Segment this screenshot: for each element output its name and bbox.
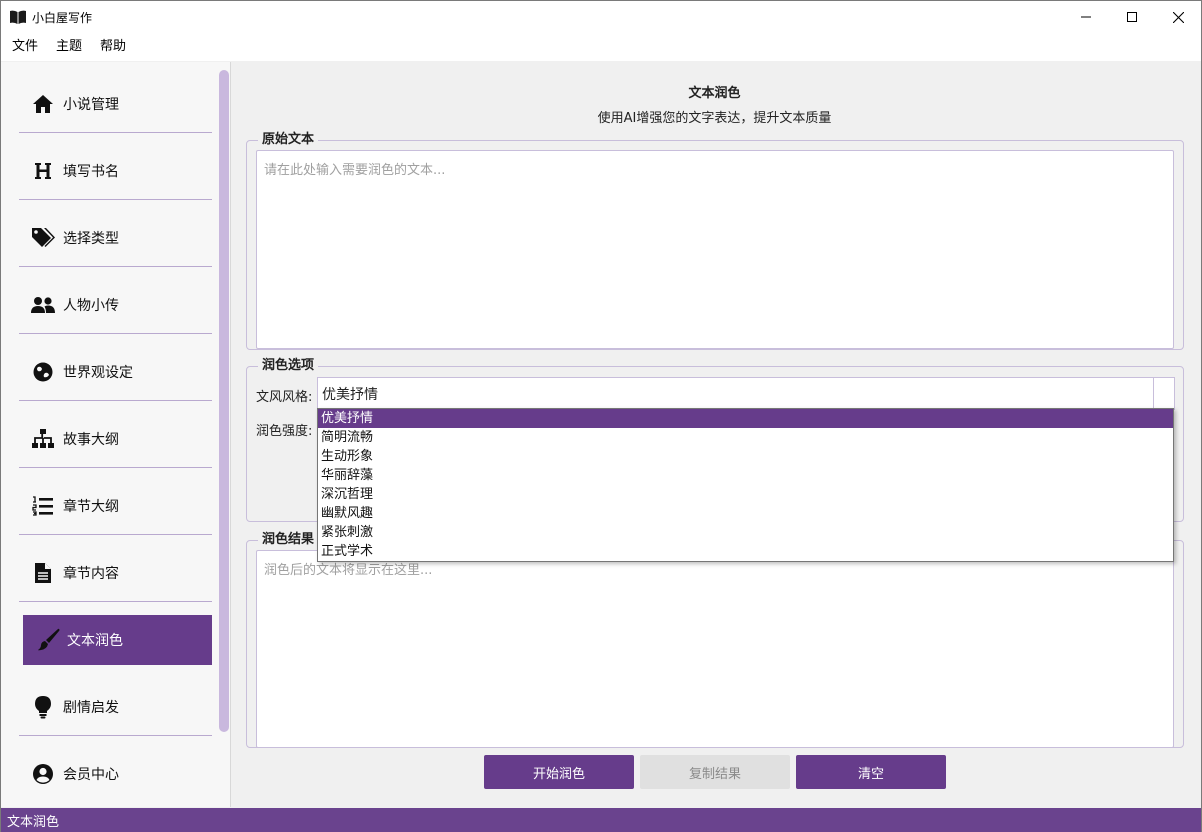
menu-file[interactable]: 文件 bbox=[3, 33, 47, 61]
sitemap-icon bbox=[31, 427, 55, 451]
style-option[interactable]: 简明流畅 bbox=[318, 428, 1173, 447]
style-option[interactable]: 幽默风趣 bbox=[318, 504, 1173, 523]
tags-icon bbox=[31, 226, 55, 250]
home-icon bbox=[31, 92, 55, 116]
sidebar-item-book-title[interactable]: 填写书名 bbox=[19, 142, 212, 200]
sidebar-item-label: 故事大纲 bbox=[63, 431, 119, 448]
sidebar-item-label: 小说管理 bbox=[63, 96, 119, 113]
sidebar-item-label: 章节内容 bbox=[63, 565, 119, 582]
sidebar-item-member-center[interactable]: 会员中心 bbox=[19, 745, 212, 803]
sidebar-item-label: 人物小传 bbox=[63, 297, 119, 314]
menu-help[interactable]: 帮助 bbox=[91, 33, 135, 61]
sidebar-item-label: 填写书名 bbox=[63, 163, 119, 180]
sidebar-item-label: 会员中心 bbox=[63, 767, 119, 783]
maximize-icon bbox=[1127, 12, 1137, 22]
sidebar-item-worldview[interactable]: 世界观设定 bbox=[19, 343, 212, 401]
window-title: 小白屋写作 bbox=[32, 10, 93, 25]
style-label: 文风风格: bbox=[256, 390, 313, 405]
sidebar-item-label: 剧情启发 bbox=[63, 699, 119, 716]
page-subtitle: 使用AI增强您的文字表达，提升文本质量 bbox=[597, 111, 832, 126]
original-text-group: 原始文本 请在此处输入需要润色的文本... bbox=[246, 132, 1184, 350]
style-option[interactable]: 深沉哲理 bbox=[318, 485, 1173, 504]
style-option[interactable]: 华丽辞藻 bbox=[318, 466, 1173, 485]
file-icon bbox=[31, 561, 55, 585]
minimize-icon bbox=[1081, 16, 1091, 18]
sidebar-item-select-type[interactable]: 选择类型 bbox=[19, 209, 212, 267]
page-title: 文本润色 bbox=[688, 86, 741, 101]
lightbulb-icon bbox=[31, 695, 55, 719]
polish-result-placeholder: 润色后的文本将显示在这里... bbox=[264, 563, 433, 578]
close-button[interactable] bbox=[1155, 1, 1201, 33]
chevron-down-icon[interactable] bbox=[1153, 378, 1174, 409]
style-option[interactable]: 优美抒情 bbox=[318, 409, 1173, 428]
sidebar-item-novel-manage[interactable]: 小说管理 bbox=[19, 75, 212, 133]
sidebar-item-text-polish[interactable]: 文本润色 bbox=[23, 615, 212, 665]
user-circle-icon bbox=[31, 762, 55, 786]
globe-icon bbox=[31, 360, 55, 384]
original-text-group-title: 原始文本 bbox=[258, 132, 319, 148]
start-polish-button[interactable]: 开始润色 bbox=[484, 755, 634, 789]
sidebar-item-label: 章节大纲 bbox=[63, 498, 119, 515]
style-select-value: 优美抒情 bbox=[322, 386, 378, 403]
title-bar[interactable]: 小白屋写作 bbox=[1, 1, 1201, 33]
polish-result-output[interactable]: 润色后的文本将显示在这里... bbox=[256, 550, 1174, 748]
clear-button[interactable]: 清空 bbox=[796, 755, 946, 789]
sidebar-item-characters[interactable]: 人物小传 bbox=[19, 276, 212, 334]
close-icon bbox=[1172, 11, 1184, 23]
app-window: 小白屋写作 文件 主题 帮助 小说管理 填写书名 选择类型 人物小传 世界观设定… bbox=[0, 0, 1202, 832]
book-icon bbox=[10, 10, 26, 24]
sidebar-item-label: 世界观设定 bbox=[63, 364, 133, 381]
original-text-input[interactable]: 请在此处输入需要润色的文本... bbox=[256, 150, 1174, 349]
sidebar-item-label: 文本润色 bbox=[67, 633, 123, 649]
polish-result-group-title: 润色结果 bbox=[258, 532, 319, 548]
status-text: 文本润色 bbox=[7, 814, 60, 830]
polish-result-group: 润色结果 润色后的文本将显示在这里... bbox=[246, 532, 1184, 748]
style-dropdown-list: 优美抒情 简明流畅 生动形象 华丽辞藻 深沉哲理 幽默风趣 紧张刺激 正式学术 bbox=[317, 408, 1174, 562]
sidebar-item-label: 选择类型 bbox=[63, 230, 119, 247]
style-option[interactable]: 正式学术 bbox=[318, 542, 1173, 561]
maximize-button[interactable] bbox=[1109, 1, 1155, 33]
paintbrush-icon bbox=[37, 628, 61, 652]
style-option[interactable]: 紧张刺激 bbox=[318, 523, 1173, 542]
sidebar-item-story-outline[interactable]: 故事大纲 bbox=[19, 410, 212, 468]
style-option[interactable]: 生动形象 bbox=[318, 447, 1173, 466]
sidebar-item-chapter-outline[interactable]: 章节大纲 bbox=[19, 477, 212, 535]
menu-bar: 文件 主题 帮助 bbox=[1, 33, 1201, 61]
copy-result-button[interactable]: 复制结果 bbox=[640, 755, 790, 789]
sidebar-item-chapter-content[interactable]: 章节内容 bbox=[19, 544, 212, 602]
sidebar-item-plot-inspiration[interactable]: 剧情启发 bbox=[19, 678, 212, 736]
original-text-placeholder: 请在此处输入需要润色的文本... bbox=[264, 163, 446, 178]
window-controls bbox=[1063, 1, 1201, 33]
users-icon bbox=[31, 293, 55, 317]
strength-label: 润色强度: bbox=[256, 424, 313, 439]
sidebar-scrollbar[interactable] bbox=[219, 70, 229, 732]
minimize-button[interactable] bbox=[1063, 1, 1109, 33]
polish-options-group-title: 润色选项 bbox=[258, 358, 319, 374]
status-bar: 文本润色 bbox=[1, 808, 1201, 832]
list-ol-icon bbox=[31, 494, 55, 518]
heading-icon bbox=[31, 159, 55, 183]
menu-theme[interactable]: 主题 bbox=[47, 33, 91, 61]
sidebar: 小说管理 填写书名 选择类型 人物小传 世界观设定 故事大纲 章节大纲 章节内容… bbox=[1, 62, 231, 807]
style-select[interactable]: 优美抒情 bbox=[317, 377, 1175, 410]
